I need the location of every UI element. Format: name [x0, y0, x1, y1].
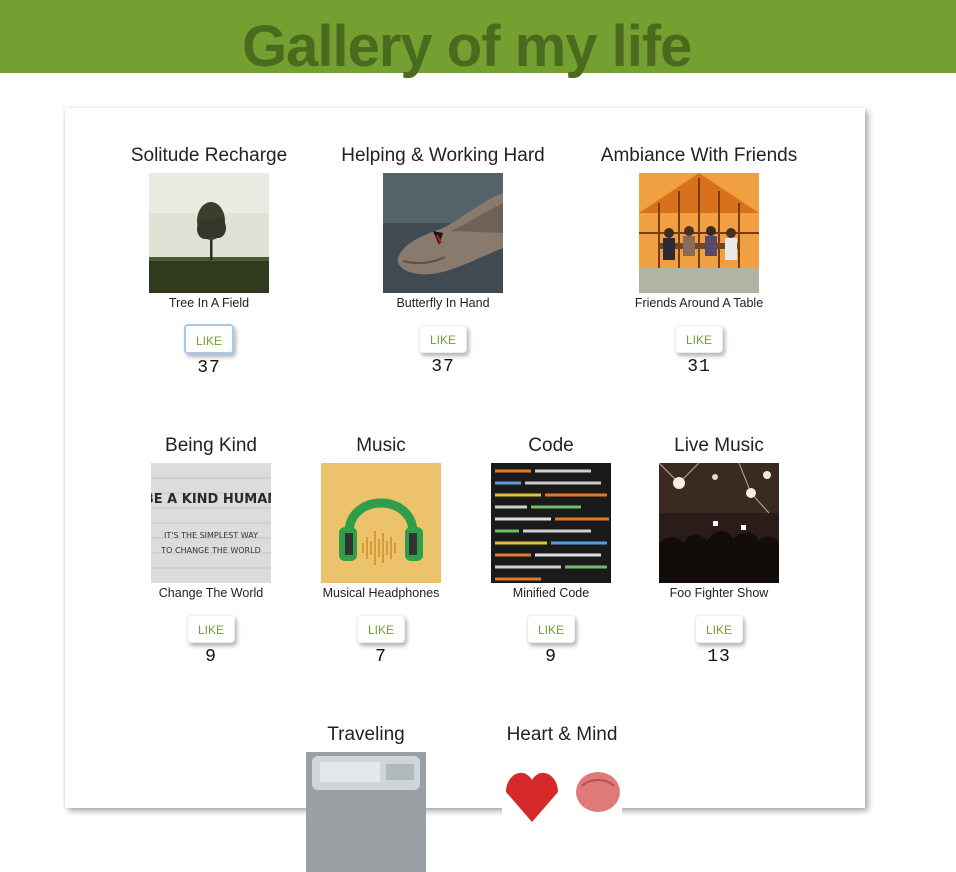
card-title: Solitude Recharge: [130, 145, 288, 166]
card-title: Heart & Mind: [506, 724, 618, 745]
card-title: Live Music: [674, 435, 764, 456]
like-count: 37: [197, 358, 221, 378]
like-button[interactable]: LIKE: [184, 324, 234, 354]
like-button[interactable]: LIKE: [675, 325, 723, 353]
card-caption: Butterfly In Hand: [396, 296, 490, 310]
image-text: IT'S THE SIMPLEST WAY: [164, 531, 258, 540]
headphones-image: [321, 463, 441, 583]
card-caption: Tree In A Field: [168, 296, 250, 310]
card-title: Helping & Working Hard: [341, 145, 545, 166]
like-button[interactable]: LIKE: [695, 615, 743, 643]
heart-and-mind-image: [502, 752, 622, 872]
like-count: 31: [687, 357, 711, 377]
concert-image: [659, 463, 779, 583]
card-title: Ambiance With Friends: [600, 145, 798, 166]
tree-in-field-image: [149, 173, 269, 293]
like-count: 37: [431, 357, 455, 377]
minified-code-image: [491, 463, 611, 583]
image-text: BE A KIND HUMAN: [151, 492, 271, 507]
like-button[interactable]: LIKE: [419, 325, 467, 353]
card-caption: Foo Fighter Show: [669, 586, 769, 600]
traveling-image: [306, 752, 426, 872]
like-button[interactable]: LIKE: [187, 615, 235, 643]
gallery-card: Heart & Mind: [442, 724, 682, 872]
like-count: 13: [707, 647, 731, 667]
friends-around-table-image: [639, 173, 759, 293]
kind-human-image: BE A KIND HUMAN IT'S THE SIMPLEST WAY TO…: [151, 463, 271, 583]
like-button[interactable]: LIKE: [527, 615, 575, 643]
butterfly-in-hand-image: [383, 173, 503, 293]
gallery-card: Ambiance With Friends Friends Around A T…: [579, 145, 819, 378]
image-text: TO CHANGE THE WORLD: [160, 546, 260, 555]
like-button[interactable]: LIKE: [357, 615, 405, 643]
card-caption: Friends Around A Table: [634, 296, 764, 310]
gallery-panel: Solitude Recharge Tree In A Field LIKE 3…: [65, 108, 865, 872]
gallery-card: Live Music Foo Fighter Show LIKE 13: [599, 435, 839, 668]
gallery-card: Solitude Recharge Tree In A Field LIKE 3…: [89, 145, 329, 379]
page-title: Gallery of my life: [242, 14, 692, 79]
gallery-card: Helping & Working Hard Butterfly In Hand…: [323, 145, 563, 378]
